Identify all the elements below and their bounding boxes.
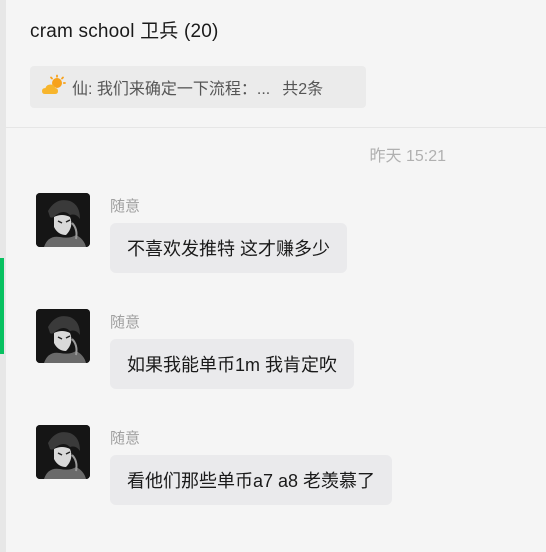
message-bubble[interactable]: 不喜欢发推特 这才赚多少: [110, 223, 347, 273]
pinned-text: 仙: 我们来确定一下流程：...: [72, 81, 271, 98]
message-timestamp: 昨天 15:21: [369, 148, 447, 165]
avatar-image: [36, 425, 90, 479]
chat-title[interactable]: cram school 卫兵 (20): [30, 16, 219, 43]
sun-cloud-icon: [42, 74, 66, 94]
message-bubble[interactable]: 看他们那些单币a7 a8 老羡慕了: [110, 455, 393, 505]
message-bubble[interactable]: 如果我能单币1m 我肯定吹: [110, 339, 355, 389]
pinned-announcement[interactable]: 仙: 我们来确定一下流程：... 共2条: [30, 66, 366, 108]
sender-name: 随意: [110, 430, 141, 447]
sender-name: 随意: [110, 198, 141, 215]
chat-header: cram school 卫兵 (20) 仙: 我们来确定一下流程：... 共2条: [6, 0, 546, 128]
scroll-indicator[interactable]: [0, 258, 4, 354]
avatar-image: [36, 193, 90, 247]
avatar-image: [36, 309, 90, 363]
avatar[interactable]: [36, 425, 90, 479]
sender-name: 随意: [110, 314, 141, 331]
avatar[interactable]: [36, 193, 90, 247]
pinned-count: 共2条: [282, 81, 324, 98]
avatar[interactable]: [36, 309, 90, 363]
